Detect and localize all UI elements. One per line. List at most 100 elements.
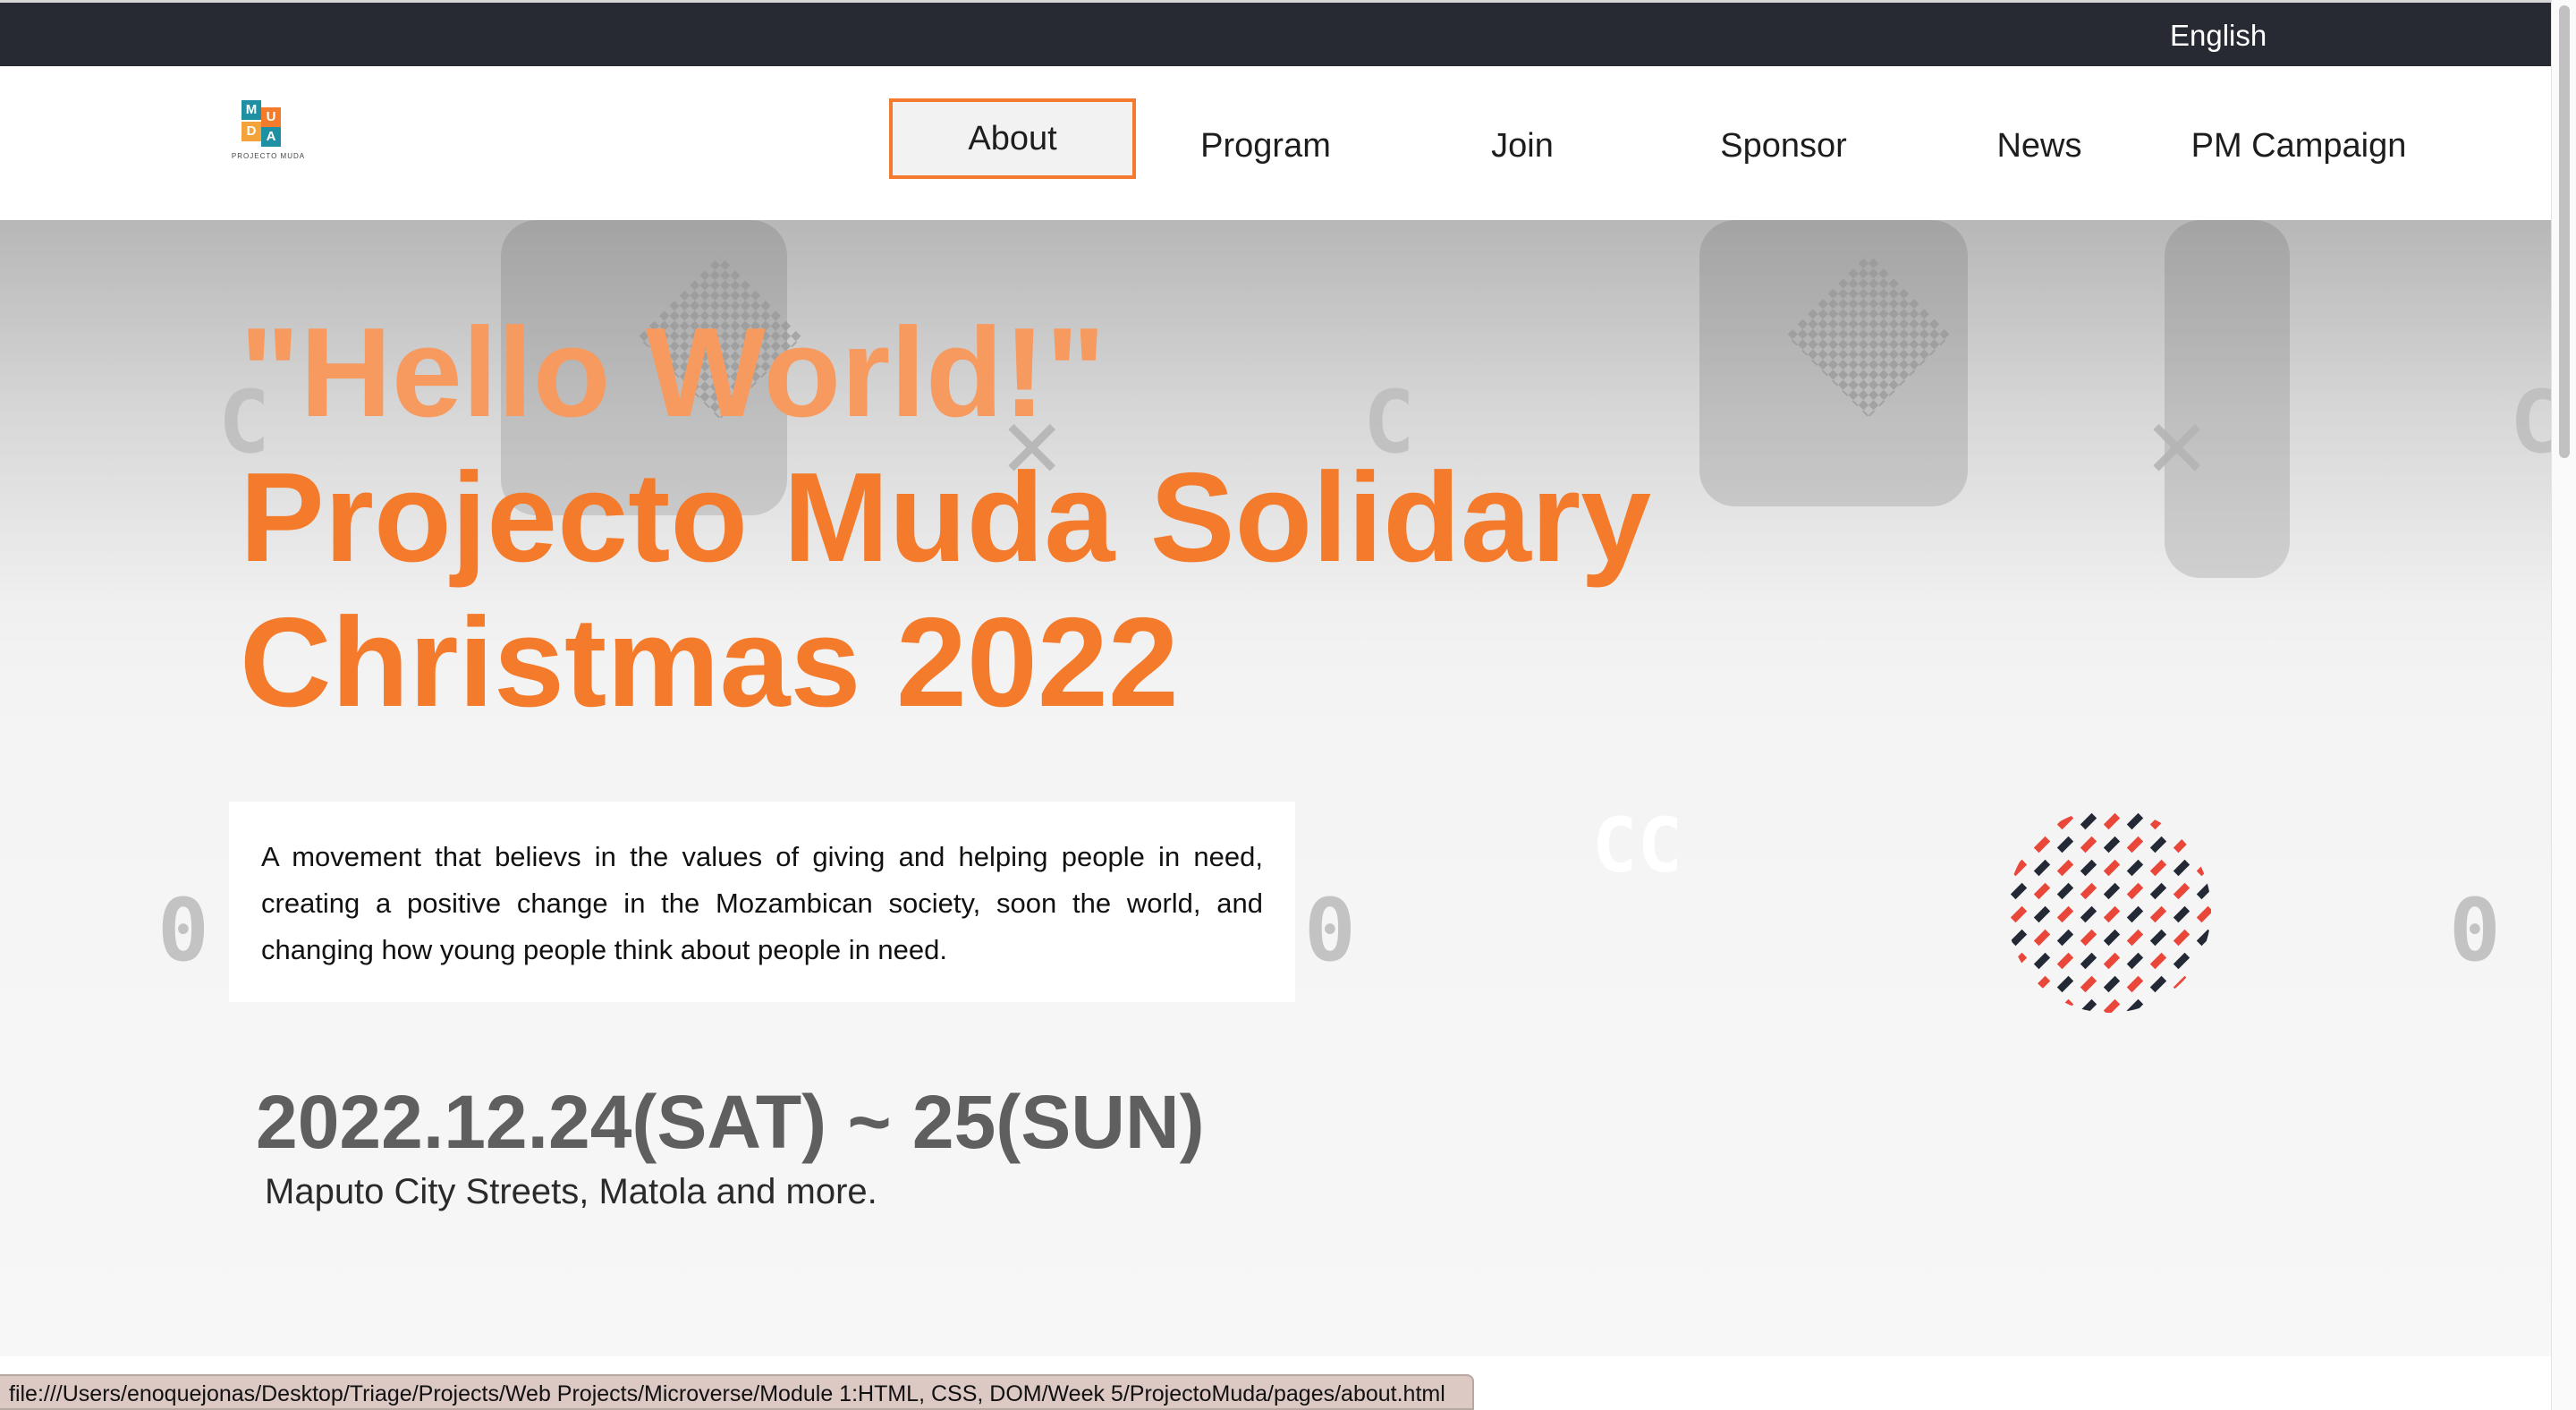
hero-description-box: A movement that believs in the values of… <box>229 802 1295 1002</box>
dotball-dash <box>2196 905 2211 923</box>
dotball-dash <box>2126 975 2144 993</box>
dotball-dash <box>2080 975 2097 993</box>
dotball-dash <box>2033 905 2051 923</box>
dotball-dash <box>2149 929 2167 947</box>
decoration-x-glyph: ✕ <box>2143 403 2211 497</box>
nav-about[interactable]: About <box>889 98 1136 179</box>
dotball-dash <box>2126 836 2144 854</box>
dotball-dash <box>2033 836 2051 854</box>
nav-join[interactable]: Join <box>1449 115 1596 177</box>
dotball-dash <box>2196 836 2211 854</box>
dotball-dash <box>2010 859 2028 877</box>
dotball-dash <box>2196 998 2211 1013</box>
scrollbar-thumb[interactable] <box>2559 5 2570 458</box>
dotball-dash <box>2149 998 2167 1013</box>
dotball-dash <box>2103 882 2121 900</box>
dotball-dash <box>2010 998 2028 1013</box>
dotball-dash <box>2126 812 2144 830</box>
language-selector[interactable]: English <box>2170 19 2267 53</box>
dotball-dash <box>2033 998 2051 1013</box>
decoration-zero-glyph: 0 <box>1304 880 1356 981</box>
dotball-dash <box>2056 905 2074 923</box>
dotball-dash <box>2126 998 2144 1013</box>
dotball-dash <box>2196 975 2211 993</box>
dotball-dash <box>2103 998 2121 1013</box>
projecto-muda-logo[interactable]: M U D A PROJECTO MUDA <box>224 100 313 163</box>
dotball-dash <box>2149 952 2167 970</box>
dotball-dash <box>2149 975 2167 993</box>
decoration-c-glyph: C <box>2510 372 2551 472</box>
dotball-dash <box>2056 975 2074 993</box>
nav-sponsor[interactable]: Sponsor <box>1696 115 1871 177</box>
dotball-dash <box>2103 812 2121 830</box>
dotball-dash <box>2173 975 2190 993</box>
decoration-zero-glyph: 0 <box>2449 880 2501 981</box>
event-date: 2022.12.24(SAT) ~ 25(SUN) <box>256 1080 1205 1164</box>
logo-letter-u: U <box>261 107 281 127</box>
dotball-dash <box>2173 952 2190 970</box>
dotted-circle-decoration <box>2007 809 2211 1013</box>
dotball-dash <box>2196 882 2211 900</box>
logo-caption: PROJECTO MUDA <box>231 152 306 160</box>
dotball-dash <box>2033 929 2051 947</box>
decoration-cc-glyph: CC <box>1592 802 1683 889</box>
hero-title: "Hello World!" Projecto Muda Solidary Ch… <box>240 301 1651 735</box>
dotball-dash <box>2056 812 2074 830</box>
dotball-dash <box>2103 929 2121 947</box>
dotball-dash <box>2126 859 2144 877</box>
dotball-dash <box>2080 836 2097 854</box>
nav-news[interactable]: News <box>1968 115 2111 177</box>
status-bar-url: file:///Users/enoquejonas/Desktop/Triage… <box>0 1374 1474 1410</box>
dotball-dash <box>2103 975 2121 993</box>
main-navbar: M U D A PROJECTO MUDA About Program Join… <box>0 66 2551 220</box>
dotball-dash <box>2033 812 2051 830</box>
dotball-dash <box>2080 859 2097 877</box>
hero-title-line-3: Christmas 2022 <box>240 591 1179 734</box>
dotball-dash <box>2010 882 2028 900</box>
dotball-dash <box>2149 859 2167 877</box>
dotball-dash <box>2103 836 2121 854</box>
dotball-dash <box>2033 952 2051 970</box>
dotball-dash <box>2080 812 2097 830</box>
logo-letter-a: A <box>261 127 281 147</box>
dotball-dash <box>2103 952 2121 970</box>
dotball-dash <box>2010 975 2028 993</box>
dotball-dash <box>2010 905 2028 923</box>
dotball-dash <box>2126 882 2144 900</box>
dotball-dash <box>2010 929 2028 947</box>
dotball-dash <box>2103 905 2121 923</box>
dotball-dash <box>2056 952 2074 970</box>
dotball-dash <box>2033 882 2051 900</box>
event-location: Maputo City Streets, Matola and more. <box>265 1172 877 1211</box>
dotball-dash <box>2080 882 2097 900</box>
nav-pm-campaign[interactable]: PM Campaign <box>2172 115 2426 177</box>
nav-program[interactable]: Program <box>1181 115 1351 177</box>
dotball-dash <box>2173 929 2190 947</box>
dotball-dash <box>2080 952 2097 970</box>
logo-letter-m: M <box>242 100 261 120</box>
dotball-dash <box>2103 859 2121 877</box>
dotball-dash <box>2033 859 2051 877</box>
decoration-zero-glyph: 0 <box>157 880 209 981</box>
dotball-dash <box>2080 905 2097 923</box>
page-scrollbar[interactable] <box>2551 0 2576 1410</box>
hero-description-text: A movement that believs in the values of… <box>261 841 1263 965</box>
dotball-dash <box>2126 929 2144 947</box>
dotball-dash <box>2173 998 2190 1013</box>
hero-title-line-1: "Hello World!" <box>240 302 1106 444</box>
dotball-dash <box>2010 952 2028 970</box>
dotball-dash <box>2010 836 2028 854</box>
background-boot-shape <box>2165 220 2290 578</box>
dotball-dash <box>2173 812 2190 830</box>
top-utility-bar: English <box>0 0 2551 66</box>
dotball-dash <box>2173 882 2190 900</box>
dotball-dash <box>2056 836 2074 854</box>
dotball-dash <box>2196 929 2211 947</box>
dotball-dash <box>2056 882 2074 900</box>
dotball-dash <box>2056 929 2074 947</box>
dotball-dash <box>2010 812 2028 830</box>
dotball-dash <box>2149 812 2167 830</box>
dotball-dash <box>2173 836 2190 854</box>
dotball-dash <box>2080 929 2097 947</box>
dotball-dash <box>2196 952 2211 970</box>
